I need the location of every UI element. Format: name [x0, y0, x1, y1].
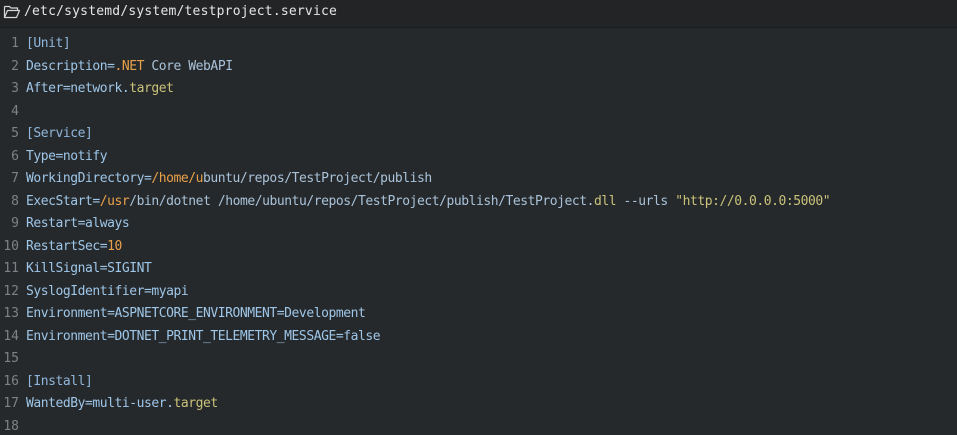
code-token: Environment=ASPNETCORE_ENVIRONMENT=Devel…: [26, 306, 366, 321]
line-code[interactable]: ExecStart=/usr/bin/dotnet /home/ubuntu/r…: [26, 191, 831, 213]
line-number: 14: [3, 328, 19, 344]
code-token: SyslogIdentifier=myapi: [26, 283, 189, 299]
code-line[interactable]: 17 WantedBy=multi-user.target: [0, 393, 957, 415]
line-code[interactable]: Environment=ASPNETCORE_ENVIRONMENT=Devel…: [26, 303, 366, 325]
line-number: 8: [11, 193, 19, 209]
code-token: WantedBy=multi-user.: [26, 396, 174, 411]
line-code[interactable]: After=network.target: [26, 78, 174, 100]
title-bar: /etc/systemd/system/testproject.service: [0, 0, 957, 28]
line-number: 3: [11, 81, 19, 96]
code-line[interactable]: 7 WorkingDirectory=/home/ubuntu/repos/Tes…: [0, 168, 957, 190]
line-number: 1: [11, 36, 19, 51]
line-code[interactable]: WorkingDirectory=/home/ubuntu/repos/Test…: [26, 168, 432, 190]
line-code[interactable]: WantedBy=multi-user.target: [26, 393, 218, 415]
code-token: [Install]: [26, 373, 93, 389]
code-token: --urls: [616, 193, 676, 209]
code-line[interactable]: 12 SyslogIdentifier=myapi: [0, 281, 957, 303]
line-number: 7: [11, 171, 19, 186]
line-number: 6: [11, 148, 19, 164]
code-line[interactable]: 1 [Unit]: [0, 33, 957, 55]
code-line[interactable]: 2 Description=.NET Core WebAPI: [0, 56, 957, 78]
code-line[interactable]: 9 Restart=always: [0, 213, 957, 235]
line-code[interactable]: Environment=DOTNET_PRINT_TELEMETRY_MESSA…: [26, 326, 381, 348]
line-code[interactable]: [Service]: [26, 123, 93, 145]
code-token: RestartSec=: [26, 238, 108, 254]
code-line[interactable]: 15: [0, 348, 957, 370]
code-token: [Unit]: [26, 36, 71, 51]
code-token: WorkingDirectory=: [26, 171, 152, 186]
line-number: 12: [3, 283, 19, 299]
line-number: 5: [11, 126, 19, 141]
code-token: 10: [107, 238, 122, 254]
line-number: 11: [3, 261, 19, 276]
code-line[interactable]: 13 Environment=ASPNETCORE_ENVIRONMENT=Dev…: [0, 303, 957, 325]
line-number: 9: [11, 216, 19, 231]
code-token: [Service]: [26, 126, 93, 141]
line-code[interactable]: [Install]: [26, 371, 93, 393]
code-token: Restart=always: [26, 216, 130, 231]
code-line[interactable]: 11 KillSignal=SIGINT: [0, 258, 957, 280]
line-number: 17: [3, 396, 19, 411]
line-code[interactable]: Description=.NET Core WebAPI: [26, 56, 233, 78]
code-token: /bin/dotnet /home/ubuntu/repos/TestProje…: [129, 193, 595, 209]
code-token: Core WebAPI: [144, 58, 233, 74]
code-line[interactable]: 6 Type=notify: [0, 146, 957, 168]
code-token: dll: [594, 193, 617, 209]
code-line[interactable]: 10 RestartSec=10: [0, 236, 957, 258]
code-line[interactable]: 5 [Service]: [0, 123, 957, 145]
code-token: Type=notify: [26, 148, 108, 164]
code-token: "http://0.0.0.0:5000": [675, 193, 831, 209]
code-token: .NET: [114, 58, 145, 74]
line-code[interactable]: RestartSec=10: [26, 236, 122, 258]
code-token: Description=: [26, 58, 115, 74]
line-code[interactable]: [Unit]: [26, 33, 71, 55]
code-line[interactable]: 16 [Install]: [0, 371, 957, 393]
line-number: 16: [3, 373, 19, 389]
line-code[interactable]: SyslogIdentifier=myapi: [26, 281, 189, 303]
line-number: 10: [3, 238, 19, 254]
code-line[interactable]: 18: [0, 416, 957, 435]
code-token: /home/u: [151, 171, 204, 186]
line-code[interactable]: Type=notify: [26, 146, 108, 168]
editor-window: /etc/systemd/system/testproject.service …: [0, 0, 957, 435]
file-path-title: /etc/systemd/system/testproject.service: [24, 4, 338, 19]
code-token: ExecStart=: [26, 193, 100, 209]
code-editor[interactable]: 1 [Unit] 2 Description=.NET Core WebAPI 3 Aft…: [0, 28, 957, 435]
line-code[interactable]: KillSignal=SIGINT: [26, 258, 152, 280]
line-number: 15: [3, 351, 19, 366]
line-number: 13: [3, 306, 19, 321]
code-token: After=network.: [26, 81, 130, 96]
line-number: 4: [11, 103, 19, 119]
code-token: target: [173, 396, 219, 411]
code-token: target: [129, 81, 174, 96]
line-number: 2: [11, 58, 19, 74]
code-token: /usr: [99, 193, 130, 209]
code-line[interactable]: 8 ExecStart=/usr/bin/dotnet /home/ubuntu/…: [0, 191, 957, 213]
code-token: KillSignal=SIGINT: [26, 261, 152, 276]
code-token: buntu/repos/TestProject/publish: [203, 171, 432, 186]
code-token: Environment=DOTNET_PRINT_TELEMETRY_MESSA…: [26, 328, 381, 344]
folder-open-icon: [3, 4, 21, 20]
line-number: 18: [3, 418, 19, 434]
code-line[interactable]: 14 Environment=DOTNET_PRINT_TELEMETRY_MES…: [0, 326, 957, 348]
line-code[interactable]: Restart=always: [26, 213, 130, 235]
code-line[interactable]: 3 After=network.target: [0, 78, 957, 100]
code-line[interactable]: 4: [0, 101, 957, 123]
